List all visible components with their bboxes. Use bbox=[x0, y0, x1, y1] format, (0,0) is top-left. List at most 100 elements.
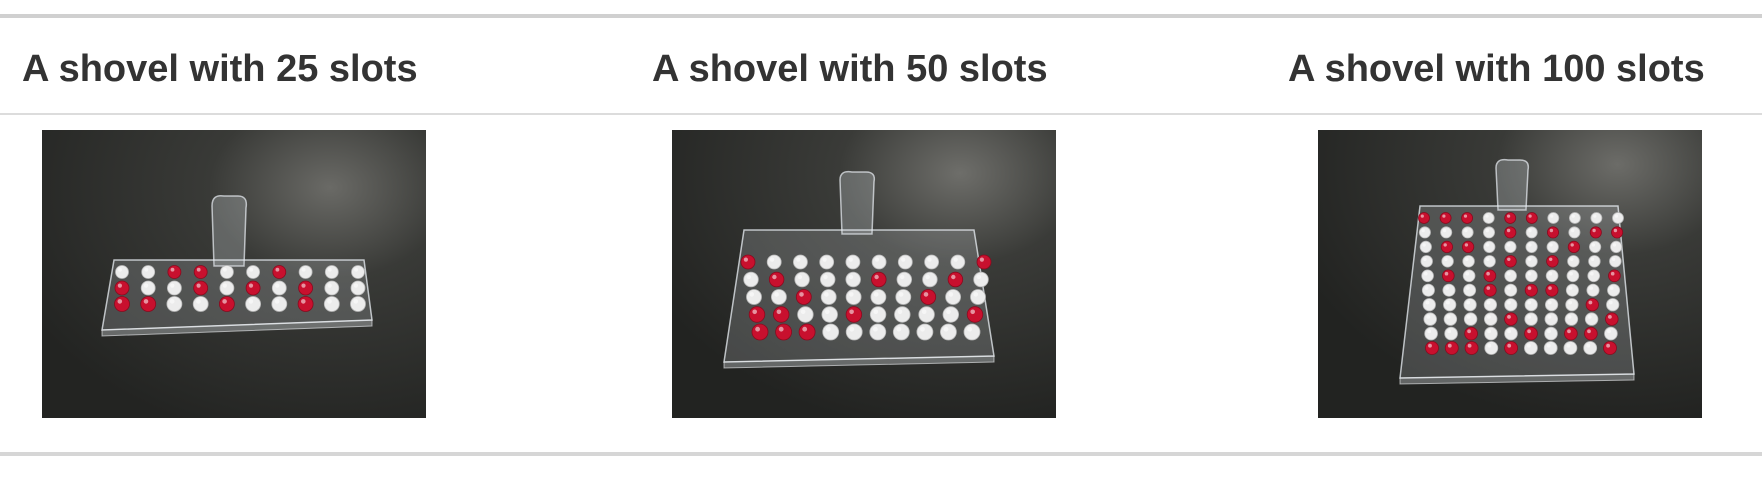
white-ball bbox=[1568, 212, 1581, 224]
white-ball bbox=[1606, 298, 1620, 312]
red-ball bbox=[768, 271, 785, 288]
white-ball bbox=[1461, 226, 1474, 239]
white-ball bbox=[945, 289, 962, 305]
white-ball bbox=[1545, 269, 1559, 283]
white-ball bbox=[892, 323, 910, 341]
red-ball bbox=[1567, 240, 1580, 254]
red-ball bbox=[1608, 269, 1621, 283]
white-ball bbox=[821, 306, 838, 323]
white-ball bbox=[1504, 269, 1517, 283]
red-ball bbox=[193, 265, 208, 279]
white-ball bbox=[1462, 255, 1475, 268]
white-ball bbox=[219, 280, 235, 296]
white-ball bbox=[1567, 255, 1580, 268]
white-ball bbox=[141, 265, 156, 279]
white-ball bbox=[1444, 326, 1458, 341]
red-ball bbox=[272, 265, 287, 279]
red-ball bbox=[1504, 212, 1517, 224]
red-ball bbox=[1418, 212, 1430, 224]
white-ball bbox=[271, 280, 287, 296]
red-ball bbox=[1545, 283, 1559, 297]
white-ball bbox=[1421, 283, 1435, 297]
red-ball bbox=[1585, 298, 1599, 312]
white-ball bbox=[324, 265, 339, 279]
white-ball bbox=[1544, 312, 1559, 326]
red-ball bbox=[1461, 212, 1474, 224]
red-ball bbox=[966, 306, 984, 323]
white-ball bbox=[1587, 269, 1601, 283]
red-ball bbox=[1504, 255, 1517, 268]
red-ball bbox=[1425, 341, 1439, 355]
white-ball bbox=[845, 323, 863, 341]
table-bottom-border bbox=[0, 452, 1762, 456]
white-ball bbox=[916, 323, 934, 341]
red-ball bbox=[1605, 312, 1619, 326]
white-ball bbox=[1584, 312, 1599, 326]
white-ball bbox=[1568, 226, 1581, 239]
white-ball bbox=[939, 323, 957, 341]
white-ball bbox=[1565, 298, 1579, 312]
red-ball bbox=[1524, 326, 1538, 341]
red-ball bbox=[1611, 226, 1624, 239]
red-ball bbox=[795, 289, 812, 305]
white-ball bbox=[1524, 298, 1538, 312]
white-ball bbox=[950, 254, 966, 270]
white-ball bbox=[1525, 240, 1538, 254]
white-ball bbox=[1463, 283, 1477, 297]
white-ball bbox=[1545, 298, 1559, 312]
white-ball bbox=[1504, 298, 1518, 312]
white-ball bbox=[1588, 255, 1601, 268]
white-ball bbox=[924, 254, 940, 270]
white-ball bbox=[820, 289, 837, 305]
white-ball bbox=[1590, 212, 1603, 224]
white-ball bbox=[766, 254, 782, 270]
white-ball bbox=[1586, 283, 1600, 297]
white-ball bbox=[1483, 255, 1496, 268]
white-ball bbox=[245, 296, 262, 312]
white-ball bbox=[1440, 226, 1453, 239]
white-ball bbox=[942, 306, 960, 323]
red-ball bbox=[1584, 326, 1598, 341]
white-ball bbox=[1483, 240, 1496, 254]
white-ball bbox=[822, 323, 840, 341]
white-ball bbox=[845, 254, 861, 270]
red-ball bbox=[775, 323, 792, 341]
red-ball bbox=[218, 296, 235, 312]
white-ball bbox=[1483, 298, 1497, 312]
white-ball bbox=[1484, 341, 1499, 355]
white-ball bbox=[819, 271, 836, 288]
red-ball bbox=[1439, 212, 1452, 224]
red-ball bbox=[297, 296, 314, 312]
white-ball bbox=[1543, 341, 1558, 355]
white-ball bbox=[1565, 283, 1579, 297]
white-ball bbox=[743, 271, 759, 288]
white-ball bbox=[1504, 240, 1517, 254]
white-ball bbox=[871, 254, 887, 270]
white-ball bbox=[350, 280, 366, 296]
white-ball bbox=[1441, 255, 1454, 268]
white-ball bbox=[115, 265, 129, 279]
white-ball bbox=[918, 306, 935, 323]
white-ball bbox=[1566, 269, 1580, 283]
column-header-100-slots: A shovel with 100 slots bbox=[1288, 48, 1705, 90]
white-ball bbox=[1583, 341, 1598, 355]
red-ball bbox=[748, 306, 766, 323]
white-ball bbox=[1604, 326, 1618, 341]
red-ball bbox=[772, 306, 790, 323]
column-header-50-slots: A shovel with 50 slots bbox=[652, 48, 1048, 90]
red-ball bbox=[947, 271, 964, 288]
white-ball bbox=[869, 306, 887, 323]
white-ball bbox=[1588, 240, 1602, 254]
white-ball bbox=[1483, 312, 1498, 326]
white-ball bbox=[1546, 240, 1559, 254]
red-ball bbox=[1464, 326, 1478, 341]
white-ball bbox=[140, 280, 156, 296]
white-ball bbox=[1421, 269, 1434, 283]
red-ball bbox=[167, 265, 182, 279]
white-ball bbox=[271, 296, 288, 312]
white-ball bbox=[869, 323, 887, 341]
red-ball bbox=[1603, 341, 1617, 355]
red-ball bbox=[740, 254, 756, 270]
red-ball bbox=[976, 254, 992, 270]
white-ball bbox=[1482, 212, 1495, 224]
